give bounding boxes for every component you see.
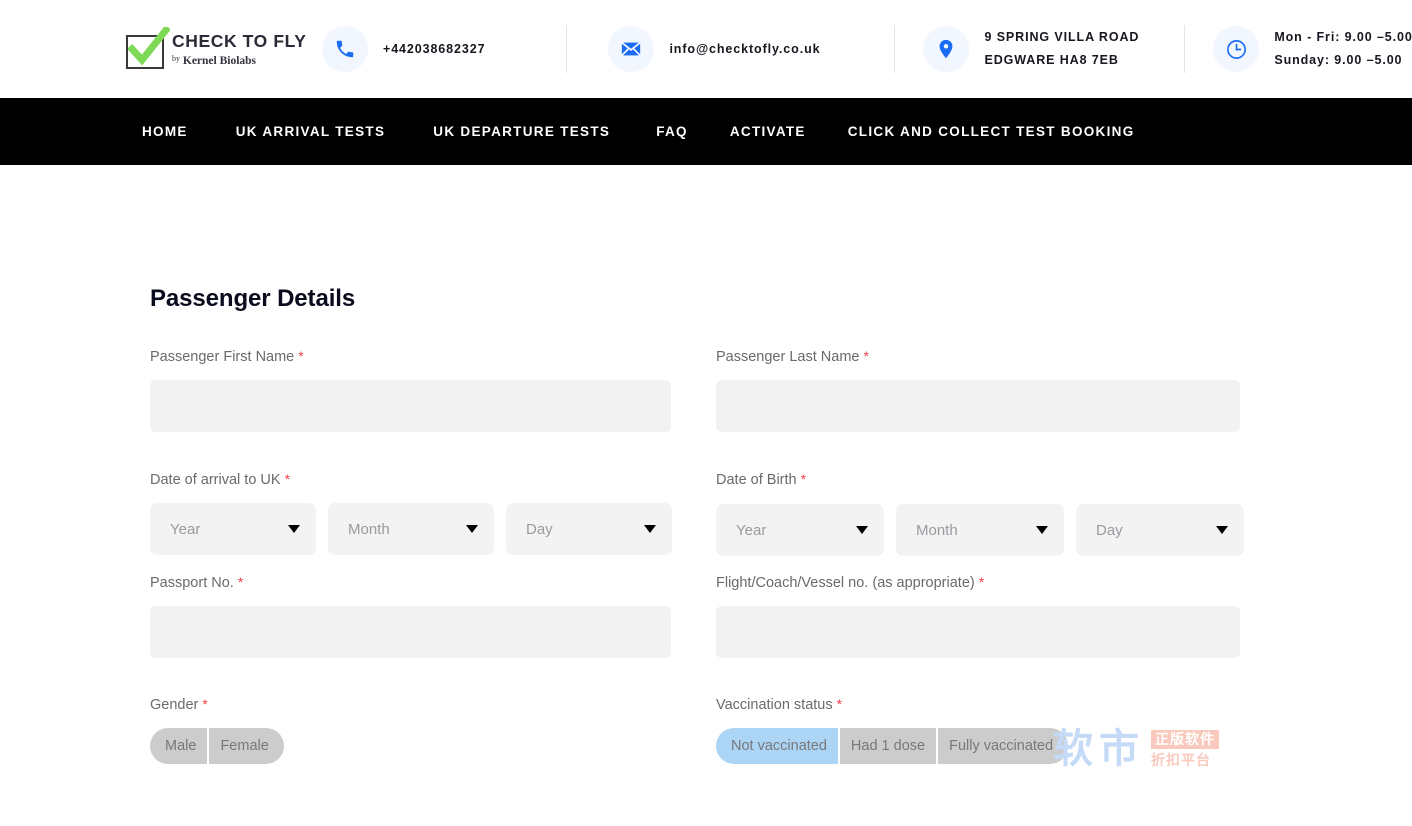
last-name-label: Passenger Last Name * [716, 347, 1282, 366]
gender-option-male[interactable]: Male [150, 728, 210, 764]
required-asterisk: * [237, 574, 244, 590]
contact-phone[interactable]: +442038682327 [322, 26, 485, 72]
map-pin-icon [923, 26, 970, 72]
field-arrival-date: Date of arrival to UK * Year Month Day [150, 470, 716, 555]
last-name-label-text: Passenger Last Name [716, 349, 860, 365]
main-navigation: HOME UK ARRIVAL TESTS UK DEPARTURE TESTS… [0, 98, 1412, 165]
chevron-down-icon [466, 525, 478, 533]
birth-day-value: Day [1096, 521, 1123, 539]
birth-month-select[interactable]: Month [896, 504, 1064, 556]
passenger-details-page: Passenger Details Passenger First Name *… [0, 165, 1412, 771]
envelope-icon [608, 26, 655, 72]
chevron-down-icon [1036, 526, 1048, 534]
field-passport: Passport No. * [150, 573, 716, 658]
chevron-down-icon [288, 525, 300, 533]
nav-item-click-and-collect-test-booking[interactable]: CLICK AND COLLECT TEST BOOKING [848, 124, 1135, 139]
gender-label: Gender * [150, 695, 716, 714]
gender-segmented-control: Male Female [150, 728, 716, 764]
arrival-day-select[interactable]: Day [506, 503, 672, 555]
first-name-label-text: Passenger First Name [150, 349, 295, 365]
phone-number: +442038682327 [383, 41, 486, 56]
birth-date-selects: Year Month Day [716, 504, 1282, 556]
birth-year-select[interactable]: Year [716, 504, 884, 556]
required-asterisk: * [202, 696, 208, 712]
top-contact-bar: CHECK TO FLY by Kernel Biolabs +44203868… [0, 0, 1412, 98]
required-asterisk: * [800, 471, 807, 487]
logo-title: CHECK TO FLY [172, 30, 307, 51]
vaccination-option-not-vaccinated[interactable]: Not vaccinated [716, 728, 840, 764]
vaccination-option-had-1-dose[interactable]: Had 1 dose [839, 728, 939, 764]
field-first-name: Passenger First Name * [150, 347, 716, 432]
hours-line-2: Sunday: 9.00 –5.00 [1274, 53, 1403, 67]
required-asterisk: * [284, 471, 291, 487]
birth-day-select[interactable]: Day [1076, 504, 1244, 556]
checkmark-logo-icon [124, 27, 170, 71]
field-gender: Gender * Male Female [150, 695, 716, 764]
passport-label-text: Passport No. [150, 575, 234, 591]
gender-label-text: Gender [150, 697, 199, 713]
site-logo[interactable]: CHECK TO FLY by Kernel Biolabs [124, 27, 306, 71]
form-column-right: Passenger Last Name * Date of Birth * Ye… [716, 347, 1282, 764]
birth-year-value: Year [736, 521, 767, 539]
nav-item-uk-arrival-tests[interactable]: UK ARRIVAL TESTS [236, 124, 386, 139]
last-name-input[interactable] [716, 380, 1240, 432]
hours-line-1: Mon - Fri: 9.00 –5.00 [1274, 30, 1412, 44]
address-line-1: 9 SPRING VILLA ROAD [984, 30, 1140, 44]
logo-sub-text: Kernel Biolabs [182, 54, 257, 67]
arrival-date-label: Date of arrival to UK * [150, 470, 716, 489]
birth-month-value: Month [916, 521, 958, 539]
arrival-month-select[interactable]: Month [328, 503, 494, 555]
first-name-input[interactable] [150, 380, 671, 432]
field-last-name: Passenger Last Name * [716, 347, 1282, 432]
address-line-2: EDGWARE HA8 7EB [984, 53, 1119, 67]
first-name-label: Passenger First Name * [150, 347, 716, 366]
chevron-down-icon [856, 526, 868, 534]
arrival-date-selects: Year Month Day [150, 503, 716, 555]
required-asterisk: * [298, 348, 304, 364]
nav-item-activate[interactable]: ACTIVATE [730, 124, 806, 139]
topbar-divider-2 [894, 25, 896, 73]
vaccination-label-text: Vaccination status [716, 697, 833, 713]
arrival-year-value: Year [170, 520, 201, 538]
vaccination-option-fully-vaccinated[interactable]: Fully vaccinated [938, 728, 1069, 764]
arrival-month-value: Month [348, 520, 390, 538]
contact-address: 9 SPRING VILLA ROAD EDGWARE HA8 7EB [923, 26, 1139, 72]
vaccination-label: Vaccination status * [716, 695, 1282, 714]
flight-input[interactable] [716, 606, 1240, 658]
nav-item-home[interactable]: HOME [142, 124, 188, 139]
required-asterisk: * [836, 696, 843, 712]
phone-icon [322, 26, 368, 72]
nav-item-faq[interactable]: FAQ [656, 124, 688, 139]
required-asterisk: * [978, 574, 985, 590]
chevron-down-icon [1216, 526, 1228, 534]
form-grid: Passenger First Name * Date of arrival t… [150, 347, 1412, 764]
arrival-year-select[interactable]: Year [150, 503, 316, 555]
form-column-left: Passenger First Name * Date of arrival t… [150, 347, 716, 764]
logo-subtitle: by Kernel Biolabs [172, 52, 307, 68]
nav-item-uk-departure-tests[interactable]: UK DEPARTURE TESTS [433, 124, 610, 139]
birth-date-label: Date of Birth * [716, 470, 1282, 489]
passport-label: Passport No. * [150, 573, 716, 592]
clock-icon [1213, 26, 1260, 72]
arrival-date-label-text: Date of arrival to UK [150, 472, 281, 488]
topbar-divider-3 [1184, 25, 1186, 73]
arrival-day-value: Day [526, 520, 553, 538]
page-title: Passenger Details [150, 285, 356, 312]
passport-input[interactable] [150, 606, 671, 658]
topbar-divider-1 [566, 25, 568, 73]
chevron-down-icon [644, 525, 656, 533]
email-address: info@checktofly.co.uk [669, 41, 821, 56]
contact-hours: Mon - Fri: 9.00 –5.00 Sunday: 9.00 –5.00 [1213, 26, 1412, 72]
field-vaccination-status: Vaccination status * Not vaccinated Had … [716, 695, 1282, 764]
flight-label: Flight/Coach/Vessel no. (as appropriate)… [716, 573, 1282, 592]
vaccination-segmented-control: Not vaccinated Had 1 dose Fully vaccinat… [716, 728, 1282, 764]
gender-option-female[interactable]: Female [209, 728, 284, 764]
birth-date-label-text: Date of Birth [716, 472, 797, 488]
field-birth-date: Date of Birth * Year Month Day [716, 470, 1282, 556]
contact-email[interactable]: info@checktofly.co.uk [608, 26, 820, 72]
logo-sub-prefix: by [172, 53, 180, 63]
flight-label-text: Flight/Coach/Vessel no. (as appropriate) [716, 575, 975, 591]
field-flight: Flight/Coach/Vessel no. (as appropriate)… [716, 573, 1282, 658]
required-asterisk: * [863, 348, 869, 364]
